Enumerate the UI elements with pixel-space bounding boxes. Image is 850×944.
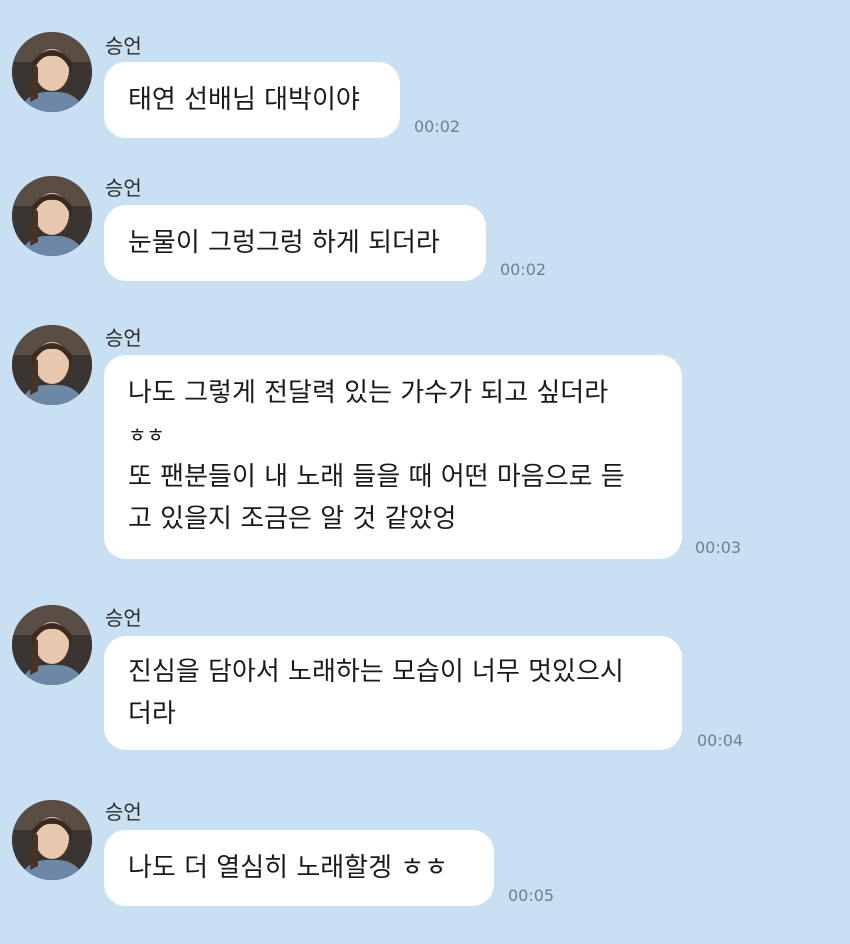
message-bubble[interactable]: 진심을 담아서 노래하는 모습이 너무 멋있으시 더라: [104, 636, 682, 750]
sender-name: 승언: [105, 326, 142, 350]
message-text: 태연 선배님 대박이야: [128, 85, 360, 115]
message-text: 나도 더 열심히 노래할겡 ㅎㅎ: [128, 853, 449, 883]
message-timestamp: 00:05: [508, 886, 555, 905]
message-bubble[interactable]: 눈물이 그렁그렁 하게 되더라: [104, 205, 486, 281]
message-text-line: 나도 그렇게 전달력 있는 가수가 되고 싶더라: [128, 378, 609, 408]
sender-name: 승언: [105, 34, 142, 58]
message-bubble[interactable]: 나도 더 열심히 노래할겡 ㅎㅎ: [104, 830, 494, 906]
message-text-line: 또 팬분들이 내 노래 들을 때 어떤 마음으로 듣: [128, 462, 625, 492]
sender-name: 승언: [105, 606, 142, 630]
message-text: 눈물이 그렁그렁 하게 되더라: [128, 228, 440, 258]
message-timestamp: 00:04: [697, 731, 744, 750]
sender-name: 승언: [105, 800, 142, 824]
message-text-line: 진심을 담아서 노래하는 모습이 너무 멋있으시: [128, 657, 624, 687]
avatar-icon[interactable]: [12, 176, 92, 256]
message-timestamp: 00:03: [695, 538, 742, 557]
sender-name: 승언: [105, 176, 142, 200]
avatar-icon[interactable]: [12, 32, 92, 112]
avatar-icon[interactable]: [12, 325, 92, 405]
message-bubble[interactable]: 태연 선배님 대박이야: [104, 62, 400, 138]
avatar-icon[interactable]: [12, 800, 92, 880]
message-text-line: 더라: [128, 699, 176, 729]
message-timestamp: 00:02: [414, 117, 461, 136]
avatar-icon[interactable]: [12, 605, 92, 685]
message-bubble[interactable]: 나도 그렇게 전달력 있는 가수가 되고 싶더라 ㅎㅎ 또 팬분들이 내 노래 …: [104, 355, 682, 559]
message-text-line: ㅎㅎ: [128, 423, 165, 447]
message-text-line: 고 있을지 조금은 알 것 같았엉: [128, 504, 457, 534]
message-timestamp: 00:02: [500, 260, 547, 279]
